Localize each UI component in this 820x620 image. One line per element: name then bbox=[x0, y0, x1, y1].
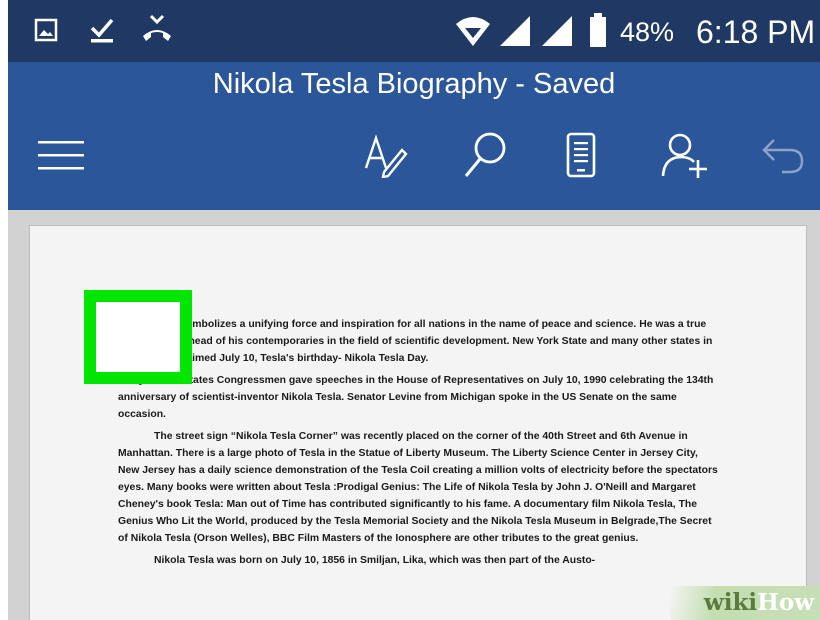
share-icon[interactable] bbox=[660, 132, 710, 180]
status-bar: 48% 6:18 PM bbox=[8, 0, 820, 62]
wifi-icon bbox=[456, 17, 490, 46]
mobile-view-icon[interactable] bbox=[566, 132, 596, 180]
task-done-icon bbox=[90, 18, 114, 43]
undo-icon[interactable] bbox=[760, 136, 806, 176]
document-page[interactable]: Nikola Tesla symbolizes a unifying force… bbox=[30, 226, 806, 620]
battery-percentage: 48% bbox=[620, 17, 675, 47]
clock: 6:18 PM bbox=[696, 14, 816, 50]
tap-highlight-fill bbox=[96, 302, 180, 372]
missed-call-icon bbox=[143, 14, 171, 41]
edit-text-icon[interactable] bbox=[362, 132, 408, 178]
signal-icon-2 bbox=[542, 16, 572, 46]
watermark-wiki: wiki bbox=[703, 589, 758, 616]
paragraph-1[interactable]: Nikola Tesla symbolizes a unifying force… bbox=[118, 316, 718, 367]
signal-icon bbox=[500, 16, 530, 46]
document-canvas[interactable]: Nikola Tesla symbolizes a unifying force… bbox=[8, 210, 820, 620]
menu-icon[interactable] bbox=[38, 138, 86, 174]
paragraph-2[interactable]: Many United States Congressmen gave spee… bbox=[118, 372, 718, 423]
app-bar: Nikola Tesla Biography - Saved bbox=[8, 62, 820, 210]
tap-highlight-box bbox=[84, 290, 192, 384]
watermark-how: How bbox=[757, 589, 814, 616]
document-body[interactable]: Nikola Tesla symbolizes a unifying force… bbox=[118, 316, 718, 574]
document-title: Nikola Tesla Biography - Saved bbox=[212, 68, 616, 100]
image-notification-icon bbox=[34, 18, 58, 42]
wikihow-watermark: wikiHow bbox=[670, 586, 820, 620]
search-icon[interactable] bbox=[462, 130, 510, 180]
paragraph-4[interactable]: Nikola Tesla was born on July 10, 1856 i… bbox=[118, 552, 718, 569]
battery-icon bbox=[590, 13, 606, 47]
paragraph-3[interactable]: The street sign “Nikola Tesla Corner” wa… bbox=[118, 428, 718, 547]
